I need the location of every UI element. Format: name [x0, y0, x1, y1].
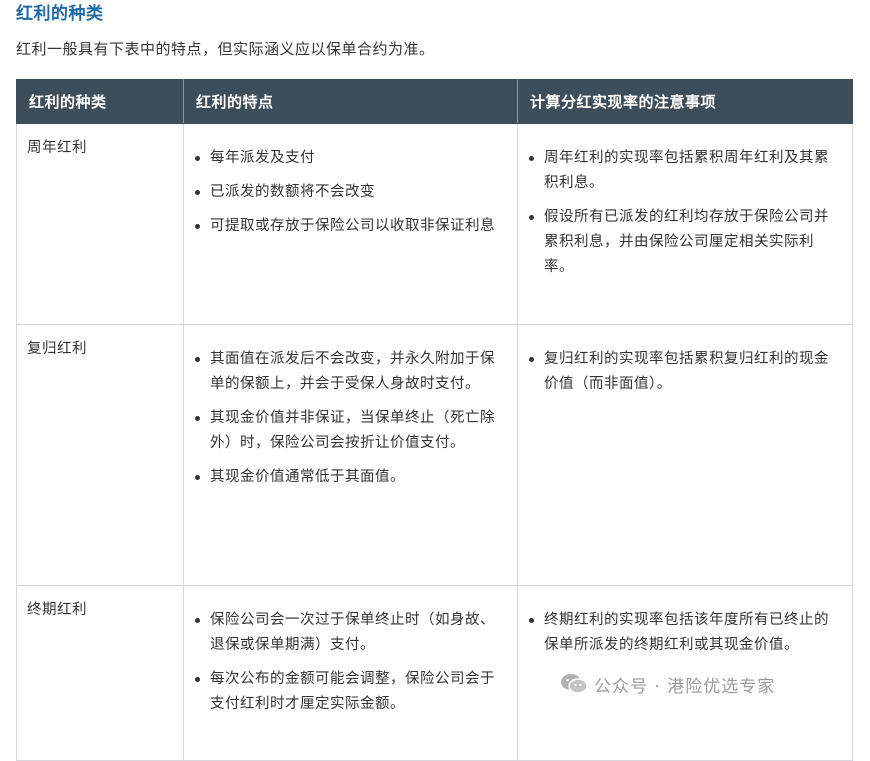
notes-cell: 复归红利的实现率包括累积复归红利的现金价值（而非面值）。	[517, 324, 853, 586]
features-list: 每年派发及支付 已派发的数额将不会改变 可提取或存放于保险公司以收取非保证利息	[184, 146, 507, 239]
features-cell: 其面值在派发后不会改变，并永久附加于保单的保额上，并会于受保人身故时支付。 其现…	[183, 324, 518, 586]
list-item: 每次公布的金额可能会调整，保险公司会于支付红利时才厘定实际金额。	[184, 667, 507, 717]
features-cell: 每年派发及支付 已派发的数额将不会改变 可提取或存放于保险公司以收取非保证利息	[183, 123, 518, 325]
list-item: 周年红利的实现率包括累积周年红利及其累积利息。	[518, 146, 842, 196]
notes-list: 复归红利的实现率包括累积复归红利的现金价值（而非面值）。	[518, 347, 842, 397]
intro-text: 红利一般具有下表中的特点，但实际涵义应以保单合约为准。	[16, 40, 435, 58]
table-row: 周年红利 每年派发及支付 已派发的数额将不会改变 可提取或存放于保险公司以收取非…	[16, 123, 853, 325]
header-calculation-notes: 计算分红实现率的注意事项	[517, 79, 853, 124]
list-item: 其现金价值通常低于其面值。	[184, 465, 507, 490]
dividend-type-cell: 复归红利	[16, 324, 184, 586]
dividend-type-cell: 终期红利	[16, 585, 184, 761]
watermark: 公众号 · 港险优选专家	[560, 669, 775, 699]
list-item: 每年派发及支付	[184, 146, 507, 171]
list-item: 已派发的数额将不会改变	[184, 180, 507, 205]
notes-list: 周年红利的实现率包括累积周年红利及其累积利息。 假设所有已派发的红利均存放于保险…	[518, 146, 842, 280]
features-list: 保险公司会一次过于保单终止时（如身故、退保或保单期满）支付。 每次公布的金额可能…	[184, 608, 507, 717]
table-header-row: 红利的种类 红利的特点 计算分红实现率的注意事项	[16, 79, 853, 124]
list-item: 其现金价值并非保证，当保单终止（死亡除外）时，保险公司会按折让价值支付。	[184, 406, 507, 456]
list-item: 假设所有已派发的红利均存放于保险公司并累积利息，并由保险公司厘定相关实际利率。	[518, 205, 842, 280]
features-cell: 保险公司会一次过于保单终止时（如身故、退保或保单期满）支付。 每次公布的金额可能…	[183, 585, 518, 761]
list-item: 复归红利的实现率包括累积复归红利的现金价值（而非面值）。	[518, 347, 842, 397]
features-list: 其面值在派发后不会改变，并永久附加于保单的保额上，并会于受保人身故时支付。 其现…	[184, 347, 507, 490]
table-row: 复归红利 其面值在派发后不会改变，并永久附加于保单的保额上，并会于受保人身故时支…	[16, 324, 853, 586]
watermark-text: 公众号 · 港险优选专家	[594, 676, 776, 697]
header-dividend-type: 红利的种类	[16, 79, 184, 124]
header-dividend-features: 红利的特点	[183, 79, 518, 124]
list-item: 终期红利的实现率包括该年度所有已终止的保单所派发的终期红利或其现金价值。	[518, 608, 842, 658]
list-item: 保险公司会一次过于保单终止时（如身故、退保或保单期满）支付。	[184, 608, 507, 658]
list-item: 其面值在派发后不会改变，并永久附加于保单的保额上，并会于受保人身故时支付。	[184, 347, 507, 397]
section-heading: 红利的种类	[16, 4, 104, 24]
list-item: 可提取或存放于保险公司以收取非保证利息	[184, 214, 507, 239]
dividend-types-table: 红利的种类 红利的特点 计算分红实现率的注意事项 周年红利 每年派发及支付 已派…	[16, 79, 853, 761]
wechat-icon	[560, 673, 588, 695]
notes-list: 终期红利的实现率包括该年度所有已终止的保单所派发的终期红利或其现金价值。	[518, 608, 842, 658]
dividend-type-cell: 周年红利	[16, 123, 184, 325]
notes-cell: 周年红利的实现率包括累积周年红利及其累积利息。 假设所有已派发的红利均存放于保险…	[517, 123, 853, 325]
